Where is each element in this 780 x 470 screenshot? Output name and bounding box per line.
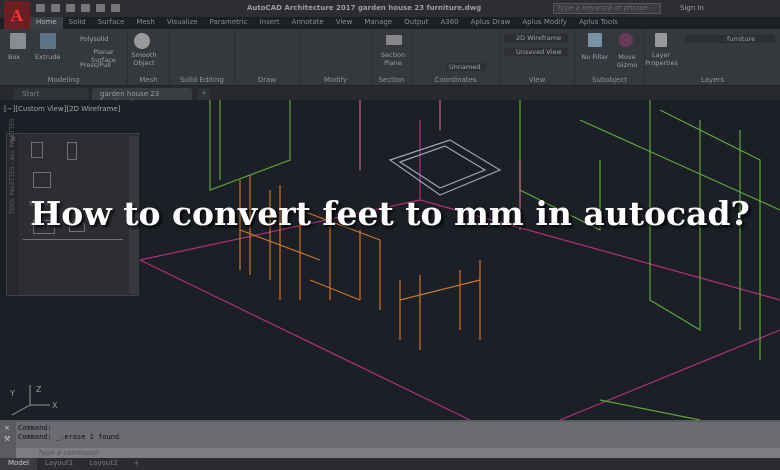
mesh-panel-label[interactable]: Mesh: [128, 76, 169, 84]
layers-panel: Layer Properties furniture Layers: [645, 29, 780, 86]
save-icon[interactable]: [66, 4, 75, 12]
axis-y-label: Y: [9, 389, 15, 398]
layout-tabs: Model Layout1 Layout2 +: [0, 458, 780, 470]
command-history-line: Command:: [18, 424, 52, 432]
window-title: AutoCAD Architecture 2017 garden house 2…: [247, 4, 482, 12]
ribbon-tab-aplus-tools[interactable]: Aplus Tools: [573, 17, 624, 29]
layer-dropdown[interactable]: furniture: [685, 35, 775, 43]
modeling-panel: Box Extrude Polysolid Planar Surface Pre…: [0, 29, 128, 86]
wall-frames: [209, 100, 780, 420]
title-bar: A AutoCAD Architecture 2017 garden house…: [0, 0, 780, 29]
no-filter-icon[interactable]: [588, 33, 602, 47]
search-input[interactable]: Type a keyword or phrase: [553, 3, 661, 14]
draw-panel: Draw: [235, 29, 300, 86]
viewport-controls[interactable]: [−][Custom View][2D Wireframe]: [4, 105, 120, 113]
doc-tab-start[interactable]: Start: [14, 88, 89, 100]
no-filter-button[interactable]: No Filter: [579, 53, 611, 61]
layers-panel-label[interactable]: Layers: [645, 76, 780, 84]
draw-panel-label[interactable]: Draw: [235, 76, 299, 84]
add-layout-button[interactable]: +: [126, 458, 148, 470]
move-gizmo-button[interactable]: Move Gizmo: [613, 53, 641, 69]
box-icon[interactable]: [10, 33, 26, 49]
cabinet-tool-icon[interactable]: [31, 142, 43, 158]
smooth-object-button[interactable]: Smooth Object: [130, 51, 158, 67]
modify-panel-label[interactable]: Modify: [300, 76, 371, 84]
ribbon-tab-annotate[interactable]: Annotate: [286, 17, 330, 29]
command-history: Command: Command: _.erase 1 found: [16, 422, 780, 448]
application-menu-button[interactable]: A: [4, 1, 30, 29]
sink: [388, 139, 502, 196]
ucs-icon: [11, 385, 50, 416]
wrench-icon[interactable]: ⚒: [4, 435, 10, 443]
section-plane-icon[interactable]: [386, 35, 402, 45]
document-tabs: Start garden house 23 furniture* +: [0, 86, 780, 106]
article-headline: How to convert feet to mm in autocad?: [30, 194, 750, 233]
solid-editing-panel-label[interactable]: Solid Editing: [170, 76, 234, 84]
command-history-line: Command: _.erase 1 found: [18, 433, 120, 441]
subobject-panel-label[interactable]: Subobject: [575, 76, 644, 84]
axis-x-label: X: [52, 401, 58, 410]
open-icon[interactable]: [51, 4, 60, 12]
layout-tab-model[interactable]: Model: [0, 458, 38, 470]
ribbon-tab-view[interactable]: View: [330, 17, 359, 29]
ribbon-tab-aplus-modify[interactable]: Aplus Modify: [516, 17, 573, 29]
presspull-button[interactable]: Press/Pull: [80, 61, 111, 69]
polysolid-button[interactable]: Polysolid: [80, 35, 108, 43]
move-gizmo-icon[interactable]: [619, 33, 633, 47]
ribbon-tab-output[interactable]: Output: [398, 17, 434, 29]
ribbon-tab-insert[interactable]: Insert: [254, 17, 286, 29]
command-line: × ⚒ Command: Command: _.erase 1 found Ty…: [0, 420, 780, 458]
solid-editing-panel: Solid Editing: [170, 29, 235, 86]
smooth-object-icon[interactable]: [134, 33, 150, 49]
ucs-dropdown[interactable]: Unnamed: [446, 63, 486, 71]
ribbon-tab-manage[interactable]: Manage: [358, 17, 398, 29]
tall-cabinet-tool-icon[interactable]: [67, 142, 77, 160]
quick-access-toolbar: [36, 4, 120, 12]
coordinates-panel: Unnamed Coordinates: [412, 29, 500, 86]
ribbon-tab-home[interactable]: Home: [30, 17, 63, 29]
named-view-dropdown[interactable]: Unsaved View: [504, 48, 568, 56]
box-button[interactable]: Box: [8, 53, 20, 61]
layer-properties-button[interactable]: Layer Properties: [645, 51, 678, 67]
palette-divider: [23, 239, 123, 240]
visual-style-dropdown[interactable]: 2D Wireframe: [504, 34, 568, 42]
base-cabinet-tool-icon[interactable]: [33, 172, 51, 188]
section-plane-button[interactable]: Section Plane: [378, 51, 408, 67]
subobject-panel: No Filter Move Gizmo Subobject: [575, 29, 645, 86]
ribbon-tab-a360[interactable]: A360: [434, 17, 464, 29]
new-tab-button[interactable]: +: [198, 88, 210, 100]
close-icon[interactable]: ×: [4, 424, 10, 432]
command-input[interactable]: Type a command: [16, 448, 780, 458]
view-panel: 2D Wireframe Unsaved View View: [500, 29, 575, 86]
print-icon[interactable]: [96, 4, 105, 12]
extrude-icon[interactable]: [40, 33, 56, 49]
mesh-panel: Smooth Object Mesh: [128, 29, 170, 86]
doc-tab-drawing[interactable]: garden house 23 furniture*: [92, 88, 192, 106]
axis-z-label: Z: [36, 385, 42, 394]
ribbon-tab-aplus-draw[interactable]: Aplus Draw: [465, 17, 517, 29]
ribbon: Box Extrude Polysolid Planar Surface Pre…: [0, 29, 780, 86]
view-panel-label[interactable]: View: [500, 76, 574, 84]
layout-tab-layout1[interactable]: Layout1: [37, 458, 81, 470]
ribbon-tab-visualize[interactable]: Visualize: [161, 17, 204, 29]
section-panel-label[interactable]: Section: [372, 76, 411, 84]
section-panel: Section Plane Section: [372, 29, 412, 86]
ribbon-tabs: Home Solid Surface Mesh Visualize Parametric I…: [30, 17, 624, 29]
ribbon-tab-parametric[interactable]: Parametric: [204, 17, 254, 29]
ribbon-tab-mesh[interactable]: Mesh: [130, 17, 160, 29]
sign-in-button[interactable]: Sign In: [680, 4, 704, 12]
layer-properties-icon[interactable]: [655, 33, 667, 47]
save-as-icon[interactable]: [81, 4, 90, 12]
undo-icon[interactable]: [111, 4, 120, 12]
modify-panel: Modify: [300, 29, 372, 86]
ribbon-tab-solid[interactable]: Solid: [63, 17, 92, 29]
new-icon[interactable]: [36, 4, 45, 12]
ribbon-tab-surface[interactable]: Surface: [92, 17, 131, 29]
modeling-panel-label[interactable]: Modeling: [0, 76, 127, 84]
coordinates-panel-label[interactable]: Coordinates: [412, 76, 499, 84]
layout-tab-layout2[interactable]: Layout2: [81, 458, 125, 470]
extrude-button[interactable]: Extrude: [35, 53, 60, 61]
